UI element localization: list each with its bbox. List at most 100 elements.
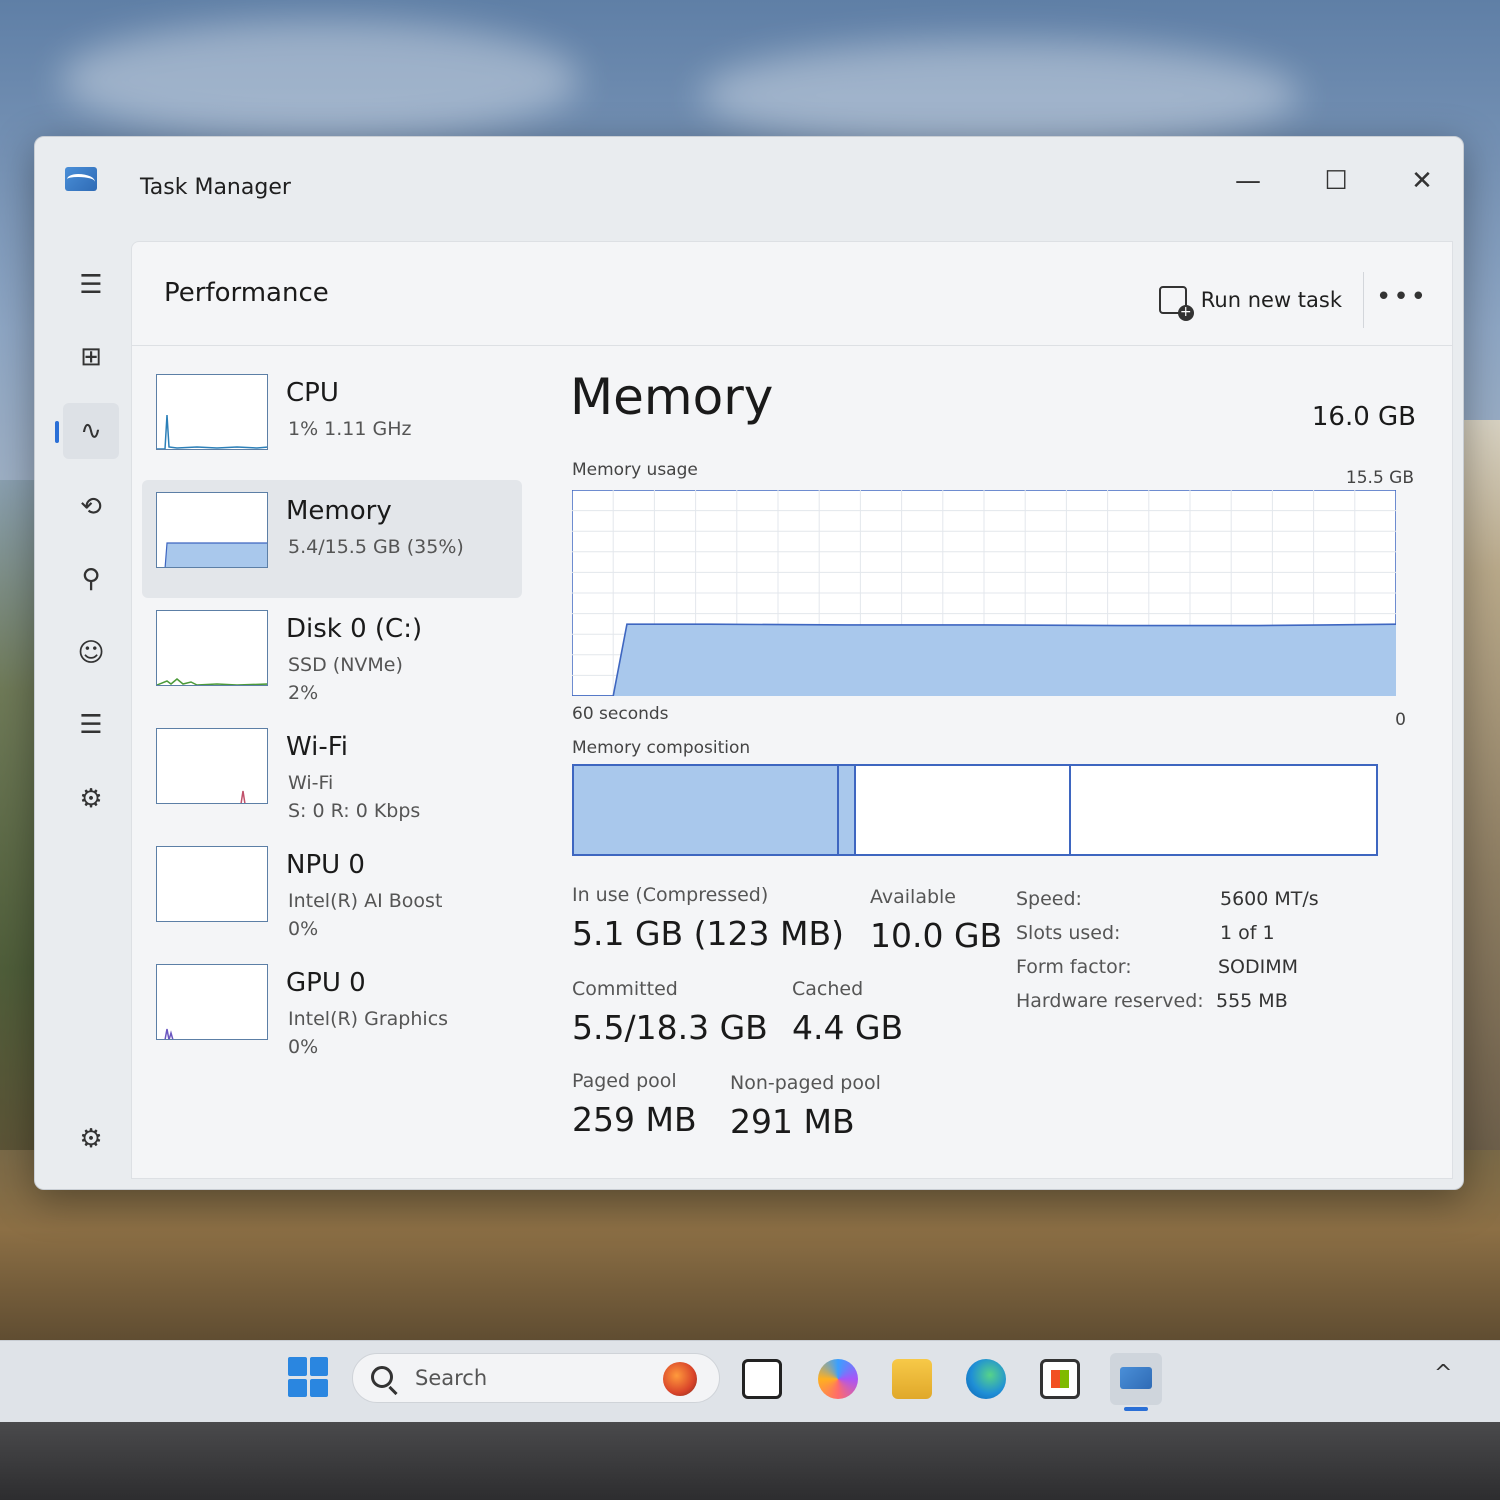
- composition-segment-standby[interactable]: [856, 766, 1072, 854]
- in-use-value: 5.1 GB (123 MB): [572, 914, 845, 953]
- composition-segment-modified[interactable]: [838, 766, 857, 854]
- store-icon[interactable]: [1040, 1359, 1080, 1399]
- resource-item-npu[interactable]: NPU 0 Intel(R) AI Boost 0%: [142, 834, 522, 952]
- resource-list: CPU 1% 1.11 GHz Memory 5.4/15.5 GB (35%): [142, 362, 522, 1070]
- laptop-bezel: [0, 1422, 1500, 1500]
- resource-detail-2: 0%: [288, 918, 319, 940]
- task-manager-window: Task Manager — ☐ ✕ ☰ ⊞ ∿ ⟲ ⚲ ☺ ☰ ⚙ ⚙ Per…: [34, 136, 1464, 1190]
- resource-detail: 1% 1.11 GHz: [288, 418, 412, 440]
- hamburger-icon[interactable]: ☰: [63, 257, 119, 313]
- files-icon[interactable]: [892, 1359, 932, 1399]
- search-placeholder: Search: [415, 1366, 488, 1390]
- memory-usage-area: [572, 624, 1396, 696]
- speed-value: 5600 MT/s: [1220, 888, 1319, 910]
- search-highlight-icon: [663, 1362, 697, 1396]
- startup-apps-icon[interactable]: ⚲: [63, 551, 119, 607]
- resource-item-memory[interactable]: Memory 5.4/15.5 GB (35%): [142, 480, 522, 598]
- maximize-button[interactable]: ☐: [1311, 161, 1361, 201]
- resource-name: Memory: [286, 496, 392, 526]
- in-use-label: In use (Compressed): [572, 884, 769, 906]
- details-icon[interactable]: ☰: [63, 697, 119, 753]
- edge-icon[interactable]: [966, 1359, 1006, 1399]
- composition-segment-free[interactable]: [1071, 766, 1376, 854]
- hardware-reserved-label: Hardware reserved:: [1016, 990, 1204, 1012]
- wifi-thumb-line: [240, 790, 246, 803]
- committed-value: 5.5/18.3 GB: [572, 1008, 768, 1047]
- navigation-rail: ☰ ⊞ ∿ ⟲ ⚲ ☺ ☰ ⚙ ⚙: [35, 237, 131, 1189]
- memory-total: 16.0 GB: [1311, 402, 1416, 432]
- performance-icon[interactable]: ∿: [55, 403, 119, 459]
- memory-composition-label: Memory composition: [572, 738, 751, 758]
- memory-thumbnail-graph: [156, 492, 268, 568]
- panel-header: Performance Run new task •••: [132, 242, 1452, 346]
- resource-detail: Intel(R) AI Boost: [288, 890, 443, 912]
- users-icon[interactable]: ☺: [63, 625, 119, 681]
- wallpaper-cloud: [60, 20, 580, 140]
- composition-segment-in-use[interactable]: [574, 766, 839, 854]
- run-task-icon: [1158, 286, 1194, 321]
- available-value: 10.0 GB: [870, 916, 1003, 955]
- speed-label: Speed:: [1016, 888, 1082, 910]
- memory-usage-label: Memory usage: [572, 460, 698, 480]
- resource-detail: Intel(R) Graphics: [288, 1008, 449, 1030]
- paged-pool-label: Paged pool: [572, 1070, 677, 1092]
- chart-x-label: 60 seconds: [572, 704, 669, 724]
- taskbar: Search ^: [0, 1340, 1500, 1422]
- cached-label: Cached: [792, 978, 864, 1000]
- minimize-button[interactable]: —: [1223, 161, 1273, 201]
- active-app-indicator: [1124, 1407, 1148, 1411]
- wifi-thumbnail-graph: [156, 728, 268, 804]
- task-manager-icon: [65, 167, 97, 191]
- disk-thumbnail-graph: [156, 610, 268, 686]
- resource-name: NPU 0: [286, 850, 365, 880]
- resource-detail-2: 2%: [288, 682, 319, 704]
- title-bar[interactable]: Task Manager — ☐ ✕: [35, 137, 1463, 237]
- cached-value: 4.4 GB: [792, 1008, 904, 1047]
- resource-item-gpu[interactable]: GPU 0 Intel(R) Graphics 0%: [142, 952, 522, 1070]
- resource-item-wifi[interactable]: Wi-Fi Wi-Fi S: 0 R: 0 Kbps: [142, 716, 522, 834]
- copilot-icon[interactable]: [818, 1359, 858, 1399]
- gpu-thumbnail-graph: [156, 964, 268, 1040]
- services-icon[interactable]: ⚙: [63, 771, 119, 827]
- form-factor-value: SODIMM: [1218, 956, 1299, 978]
- resource-detail: 5.4/15.5 GB (35%): [288, 536, 464, 558]
- close-button[interactable]: ✕: [1397, 161, 1447, 201]
- resource-name: Wi-Fi: [286, 732, 349, 762]
- resource-detail-2: 0%: [288, 1036, 319, 1058]
- memory-usage-max: 15.5 GB: [1345, 468, 1414, 488]
- file-explorer-icon[interactable]: [742, 1359, 782, 1399]
- start-icon[interactable]: [288, 1357, 328, 1397]
- taskbar-search[interactable]: Search: [352, 1353, 720, 1403]
- task-manager-taskbar-icon[interactable]: [1110, 1353, 1162, 1405]
- more-options-button[interactable]: •••: [1376, 282, 1428, 312]
- run-new-task-label: Run new task: [1200, 288, 1342, 312]
- cpu-thumbnail-graph: [156, 374, 268, 450]
- disk-thumb-line: [157, 678, 267, 685]
- resource-item-cpu[interactable]: CPU 1% 1.11 GHz: [142, 362, 522, 480]
- app-history-icon[interactable]: ⟲: [63, 479, 119, 535]
- paged-pool-value: 259 MB: [572, 1100, 697, 1139]
- resource-name: GPU 0: [286, 968, 366, 998]
- run-new-task-button[interactable]: Run new task: [1158, 286, 1342, 321]
- gpu-thumb-line: [164, 1028, 174, 1039]
- resource-name: CPU: [286, 378, 339, 408]
- available-label: Available: [870, 886, 957, 908]
- settings-icon[interactable]: ⚙: [63, 1111, 119, 1167]
- hardware-reserved-value: 555 MB: [1216, 990, 1288, 1012]
- window-title: Task Manager: [140, 175, 291, 200]
- header-divider: [1363, 272, 1364, 328]
- search-icon: [371, 1366, 393, 1388]
- form-factor-label: Form factor:: [1016, 956, 1132, 978]
- slots-label: Slots used:: [1016, 922, 1121, 944]
- memory-title: Memory: [570, 368, 774, 426]
- non-paged-pool-label: Non-paged pool: [730, 1072, 881, 1094]
- wallpaper-cloud: [700, 40, 1300, 150]
- committed-label: Committed: [572, 978, 678, 1000]
- resource-detail-2: S: 0 R: 0 Kbps: [288, 800, 421, 822]
- resource-item-disk[interactable]: Disk 0 (C:) SSD (NVMe) 2%: [142, 598, 522, 716]
- performance-panel: Performance Run new task ••• CPU 1% 1.11…: [131, 241, 1453, 1179]
- tray-chevron-icon[interactable]: ^: [1434, 1361, 1452, 1386]
- resource-name: Disk 0 (C:): [286, 614, 423, 644]
- resource-detail: Wi-Fi: [288, 772, 334, 794]
- processes-icon[interactable]: ⊞: [63, 329, 119, 385]
